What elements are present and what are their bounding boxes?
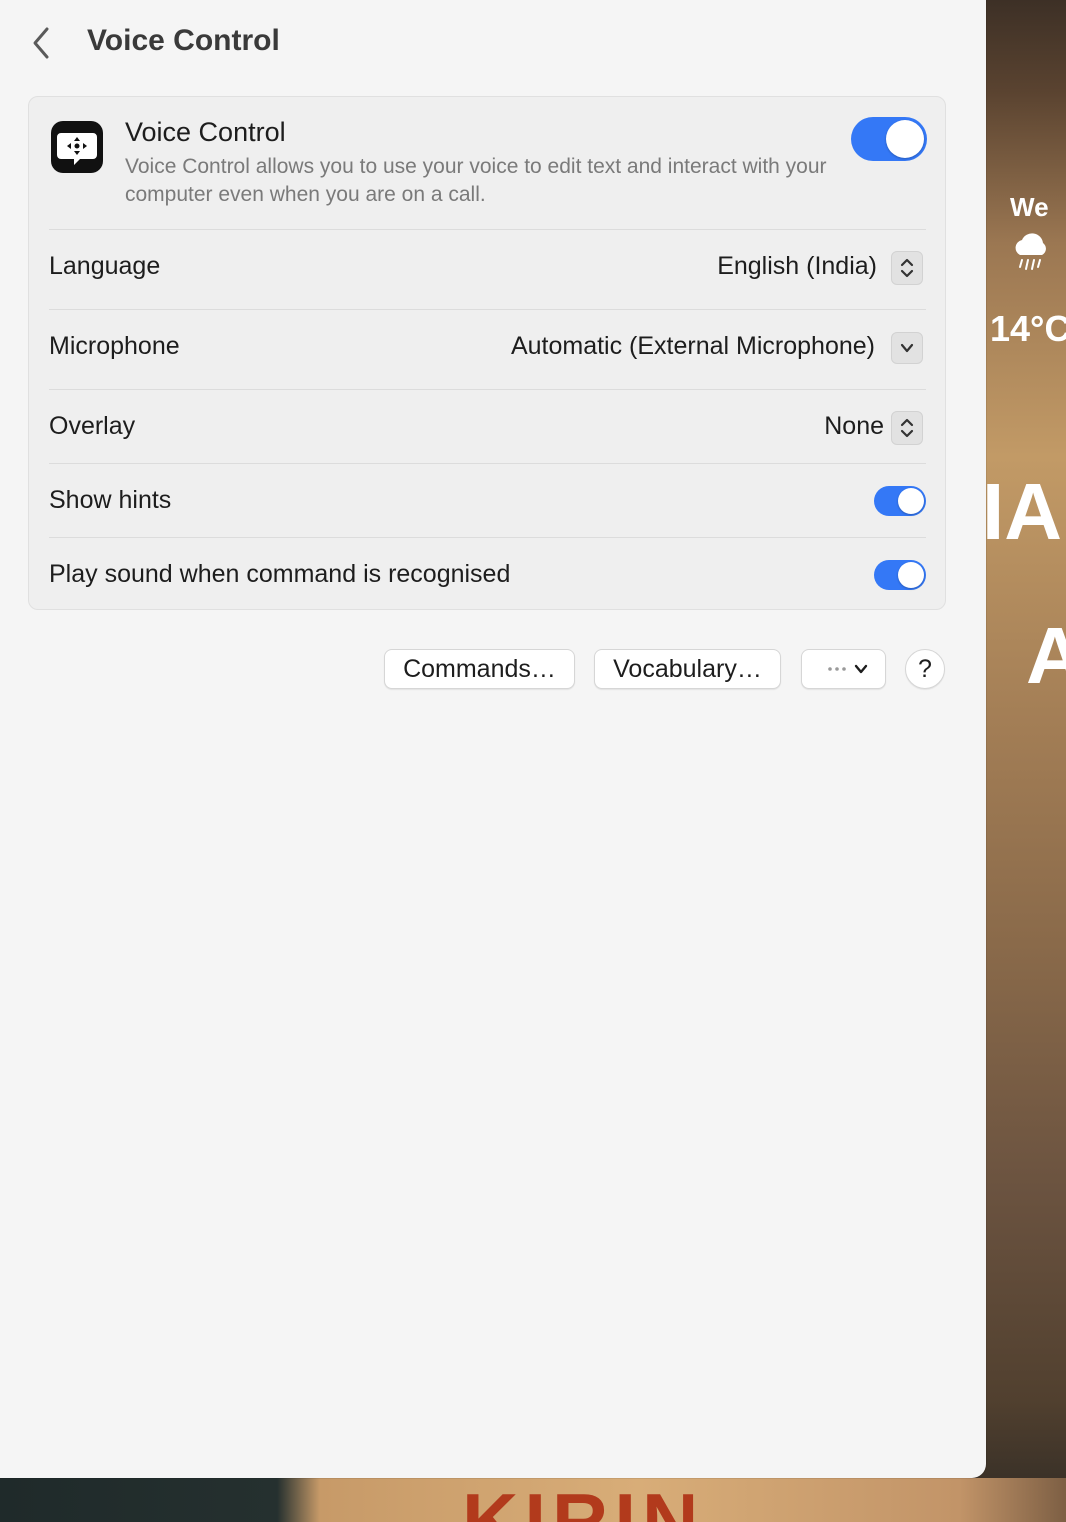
show-hints-label: Show hints [49,486,172,514]
divider [49,389,926,390]
header: Voice Control [0,0,986,86]
settings-group: Voice Control Voice Control allows you t… [28,96,946,610]
signage-text: KIRIN [462,1477,705,1522]
overlay-label: Overlay [49,412,136,440]
play-sound-toggle[interactable] [874,560,926,590]
settings-window: Voice Control Voice Control Voice Contro… [0,0,986,1478]
voice-control-toggle[interactable] [851,117,927,161]
voice-control-title: Voice Control [125,117,286,147]
voice-control-app-icon [51,121,103,173]
divider [49,229,926,230]
microphone-label: Microphone [49,332,180,360]
overlay-value[interactable]: None [824,412,884,441]
divider [49,537,926,538]
overlay-stepper[interactable] [891,411,923,445]
rain-cloud-icon [1015,233,1046,270]
poster-text-2: A [1026,611,1066,700]
vocabulary-button[interactable]: Vocabulary… [594,649,781,689]
poster-text-1: IA [982,467,1062,556]
ellipsis-chevron-icon [827,664,867,674]
divider [49,463,926,464]
chevron-left-icon [33,27,49,59]
back-button[interactable] [24,24,58,62]
language-label: Language [49,252,161,280]
language-value[interactable]: English (India) [717,252,877,281]
microphone-value[interactable]: Automatic (External Microphone) [511,332,875,361]
chevron-up-down-icon [900,258,914,278]
toggle-knob [886,120,924,158]
help-button[interactable]: ? [905,649,945,689]
commands-button[interactable]: Commands… [384,649,575,689]
divider [49,309,926,310]
microphone-dropdown[interactable] [891,332,923,364]
toggle-knob [898,488,924,514]
weather-day: We [1010,192,1049,222]
play-sound-label: Play sound when command is recognised [49,560,511,588]
chevron-up-down-icon [900,418,914,438]
show-hints-toggle[interactable] [874,486,926,516]
language-stepper[interactable] [891,251,923,285]
weather-temperature: 14°C [990,308,1066,349]
page-title: Voice Control [87,24,280,57]
chevron-down-icon [900,343,914,353]
voice-control-description: Voice Control allows you to use your voi… [125,155,827,206]
weather-widget[interactable]: We 14°C [990,192,1066,350]
speech-bubble-icon [57,133,97,165]
toggle-knob [898,562,924,588]
more-options-button[interactable] [801,649,886,689]
